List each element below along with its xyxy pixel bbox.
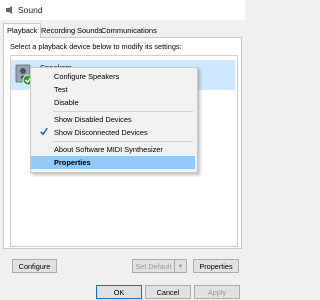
menu-item-show-disabled[interactable]: Show Disabled Devices xyxy=(31,113,195,126)
menu-item-show-disconnected[interactable]: Show Disconnected Devices xyxy=(31,126,195,139)
configure-button[interactable]: Configure xyxy=(12,259,57,273)
instruction-text: Select a playback device below to modify… xyxy=(10,42,182,51)
set-default-button[interactable]: Set Default xyxy=(132,259,174,273)
tab-recording[interactable]: Recording xyxy=(38,24,78,37)
menu-item-properties[interactable]: Properties xyxy=(31,156,195,169)
apply-button[interactable]: Apply xyxy=(194,285,240,299)
menu-separator xyxy=(53,141,193,142)
tab-playback[interactable]: Playback xyxy=(3,23,42,38)
tab-communications[interactable]: Communications xyxy=(98,24,160,37)
window-title: Sound xyxy=(18,5,43,15)
menu-item-disable[interactable]: Disable xyxy=(31,96,195,109)
checkmark-icon xyxy=(40,127,48,136)
speaker-icon xyxy=(6,6,12,14)
menu-item-test[interactable]: Test xyxy=(31,83,195,96)
menu-separator xyxy=(53,111,193,112)
menu-item-configure-speakers[interactable]: Configure Speakers xyxy=(31,70,195,83)
properties-button[interactable]: Properties xyxy=(193,259,239,273)
chevron-down-icon[interactable]: ▼ xyxy=(174,259,187,273)
menu-item-about-midi[interactable]: About Software MIDI Synthesizer xyxy=(31,143,195,156)
ok-button[interactable]: OK xyxy=(96,285,142,299)
cancel-button[interactable]: Cancel xyxy=(145,285,191,299)
